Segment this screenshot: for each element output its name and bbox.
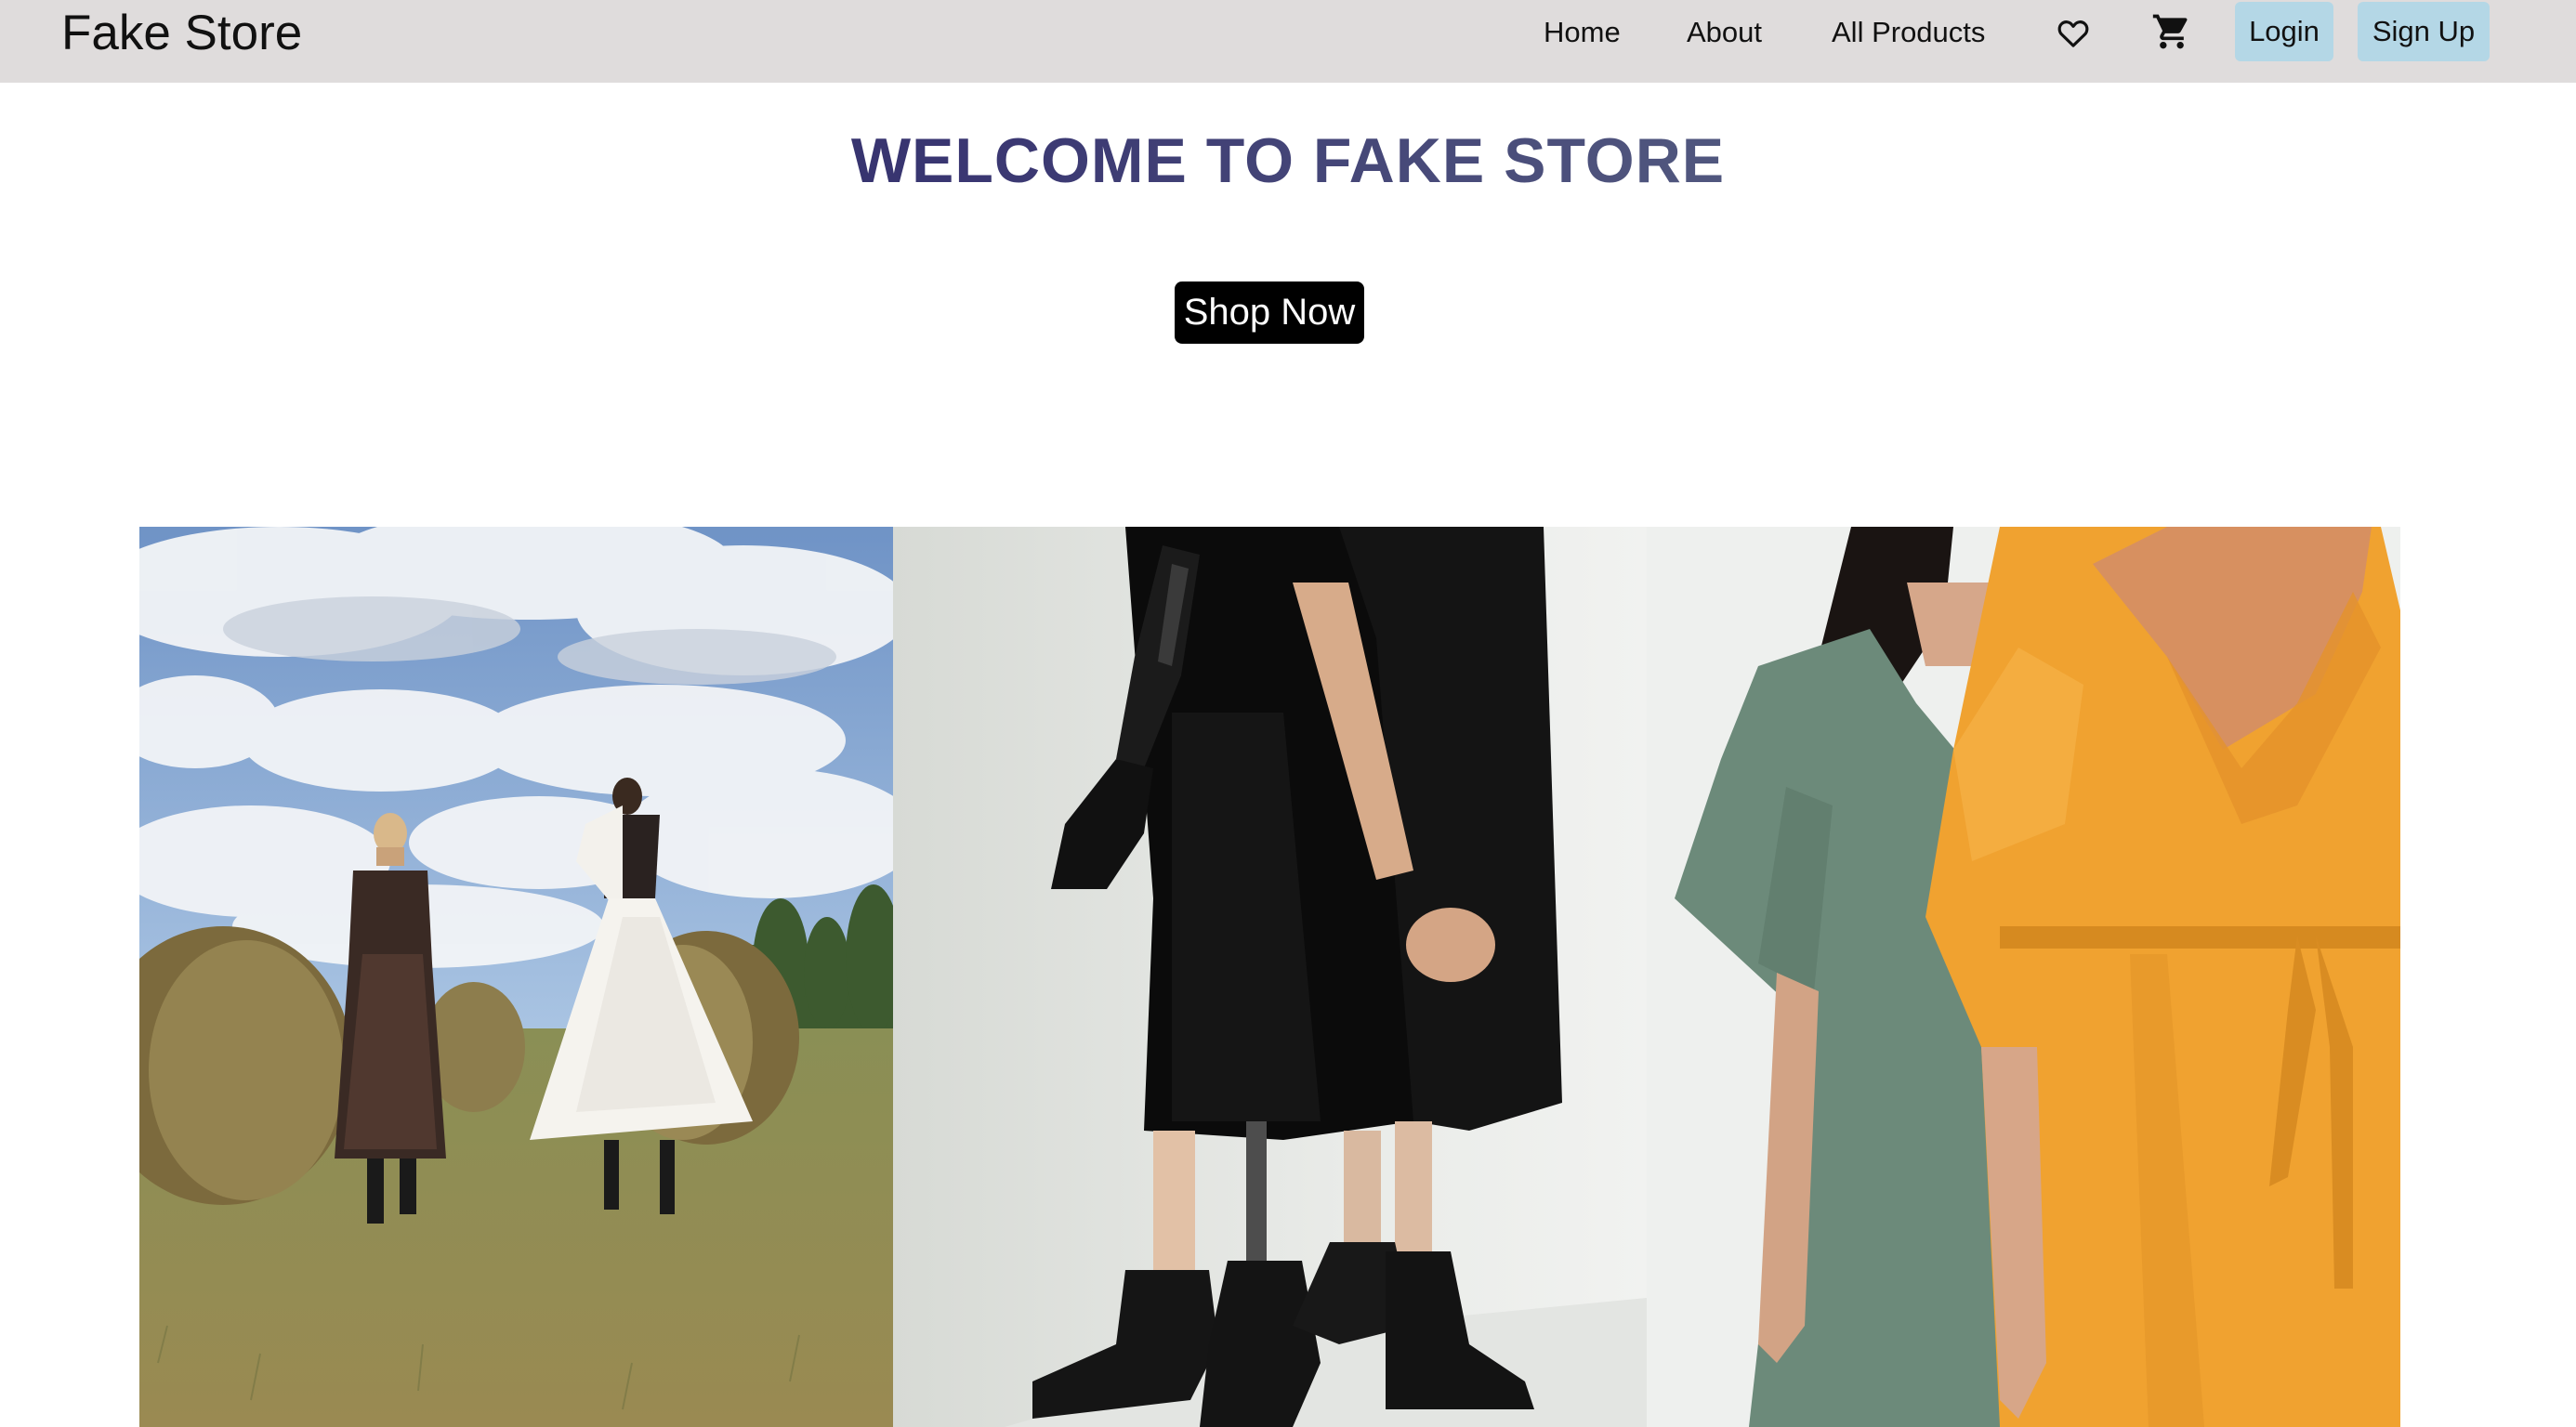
nav-link-all-products[interactable]: All Products (1832, 16, 1985, 49)
cart-icon[interactable] (2151, 11, 2192, 52)
login-button[interactable]: Login (2235, 2, 2333, 61)
sign-up-button[interactable]: Sign Up (2358, 2, 2490, 61)
black-dress-prosthetic-limbs-photo (893, 527, 1647, 1427)
nav-link-home[interactable]: Home (1544, 16, 1621, 49)
navbar: Fake Store Home About All Products Login… (0, 0, 2576, 83)
hero-title: WELCOME TO FAKE STORE (0, 121, 2576, 201)
heart-icon[interactable] (2055, 14, 2092, 51)
green-and-orange-linen-dresses-photo (1647, 527, 2400, 1427)
photo-gallery (139, 527, 2400, 1427)
women-in-dresses-hay-field-photo (139, 527, 893, 1427)
brand-logo[interactable]: Fake Store (61, 6, 302, 61)
shop-now-button[interactable]: Shop Now (1175, 281, 1364, 344)
nav-link-about[interactable]: About (1687, 16, 1762, 49)
